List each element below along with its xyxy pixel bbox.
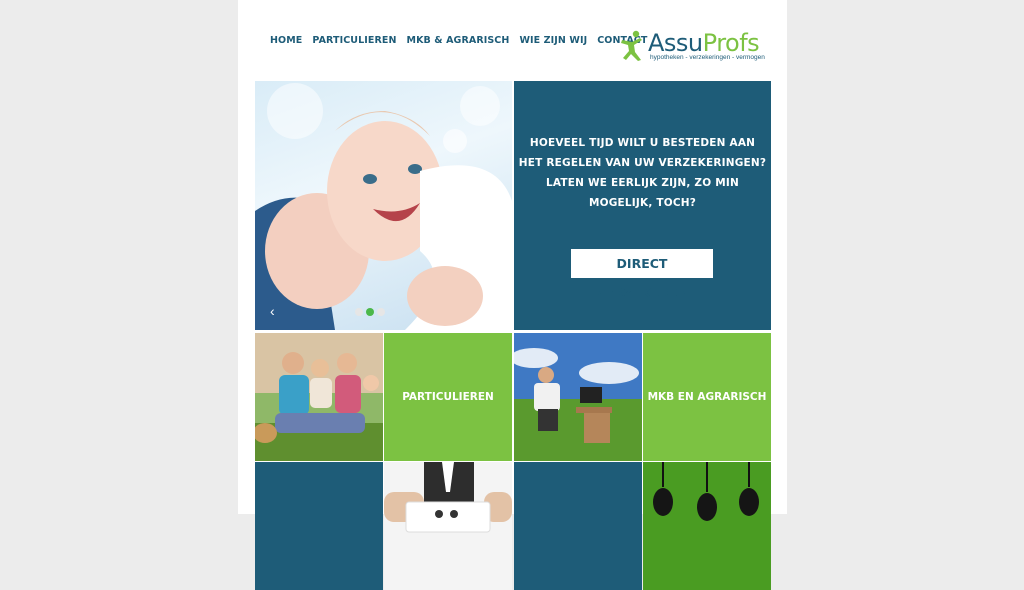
slider-prev-arrow[interactable]: ‹	[270, 303, 275, 319]
nav-home[interactable]: HOME	[270, 35, 302, 46]
family-photo	[255, 333, 383, 461]
hero-panel: HOEVEEL TIJD WILT U BESTEDEN AAN HET REG…	[514, 81, 771, 330]
logo-tagline: hypotheken - verzekeringen - vermogen	[650, 54, 765, 61]
slider-next-arrow[interactable]: ›	[489, 303, 494, 319]
tile-particulieren[interactable]: PARTICULIEREN	[384, 333, 512, 461]
tile-business-card-photo[interactable]	[384, 462, 512, 590]
light-bulbs-photo	[643, 462, 771, 590]
logo-profs: Profs	[702, 29, 760, 57]
running-figure-icon	[621, 30, 642, 61]
field-desk-photo	[514, 333, 642, 461]
tile-family-photo[interactable]	[255, 333, 383, 461]
hero-question-line: MOGELIJK, TOCH?	[588, 197, 697, 209]
hero-question-line: HOEVEEL TIJD WILT U BESTEDEN AAN	[529, 137, 756, 149]
logo-assu: Assu	[648, 29, 703, 57]
tile-mkb-agrarisch[interactable]: MKB EN AGRARISCH	[643, 333, 771, 461]
tile-particulieren-label: PARTICULIEREN	[402, 391, 494, 403]
site-logo[interactable]: AssuProfs hypotheken - verzekeringen - v…	[620, 28, 765, 66]
main-nav: HOME PARTICULIEREN MKB & AGRARISCH WIE Z…	[270, 35, 657, 46]
hero-photo-mother-baby	[255, 83, 512, 330]
hero-question-line: HET REGELEN VAN UW VERZEKERINGEN?	[518, 157, 767, 169]
tile-light-bulbs-photo[interactable]	[643, 462, 771, 590]
direct-verzekeren-button[interactable]: DIRECT VERZEKEREN	[571, 249, 713, 300]
nav-particulieren[interactable]: PARTICULIEREN	[312, 35, 396, 46]
tile-blue-1[interactable]	[255, 462, 383, 590]
slider-dot-active[interactable]	[366, 308, 374, 316]
slider-dot[interactable]	[355, 308, 363, 316]
page-container: HOME PARTICULIEREN MKB & AGRARISCH WIE Z…	[238, 0, 787, 590]
tile-field-desk-photo[interactable]	[514, 333, 642, 461]
tile-blue-2[interactable]	[514, 462, 642, 590]
tile-mkb-agrarisch-label: MKB EN AGRARISCH	[647, 391, 767, 403]
hero-question: HOEVEEL TIJD WILT U BESTEDEN AAN HET REG…	[514, 133, 771, 213]
business-card-photo	[384, 462, 512, 533]
hero-slider[interactable]: ‹ ›	[255, 81, 512, 330]
hero-question-line: LATEN WE EERLIJK ZIJN, ZO MIN	[546, 177, 739, 189]
slider-dots	[355, 308, 385, 316]
slider-dot[interactable]	[377, 308, 385, 316]
nav-mkb-agrarisch[interactable]: MKB & AGRARISCH	[407, 35, 510, 46]
nav-wie-zijn-wij[interactable]: WIE ZIJN WIJ	[519, 35, 587, 46]
